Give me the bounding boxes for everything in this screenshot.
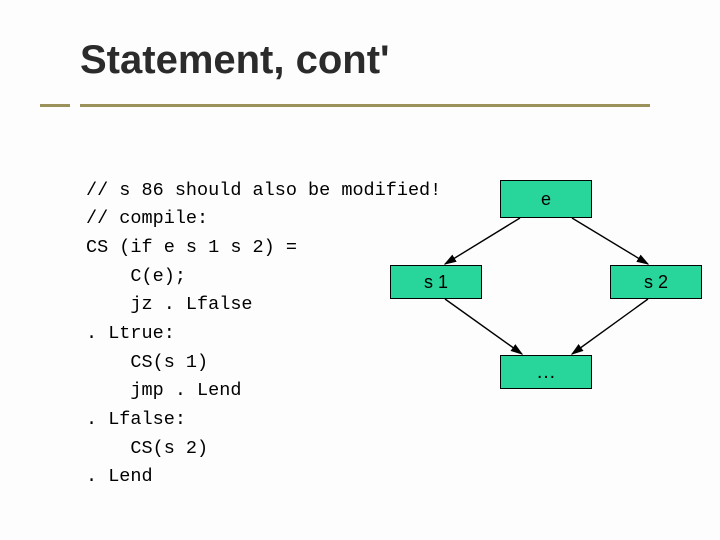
diagram: e s 1 s 2 … <box>350 170 710 470</box>
slide-title: Statement, cont' <box>80 38 640 85</box>
accent-bar-short <box>40 104 70 107</box>
node-merge: … <box>500 355 592 389</box>
node-s1: s 1 <box>390 265 482 299</box>
accent-bar-long <box>80 104 650 107</box>
node-s2: s 2 <box>610 265 702 299</box>
node-e: e <box>500 180 592 218</box>
